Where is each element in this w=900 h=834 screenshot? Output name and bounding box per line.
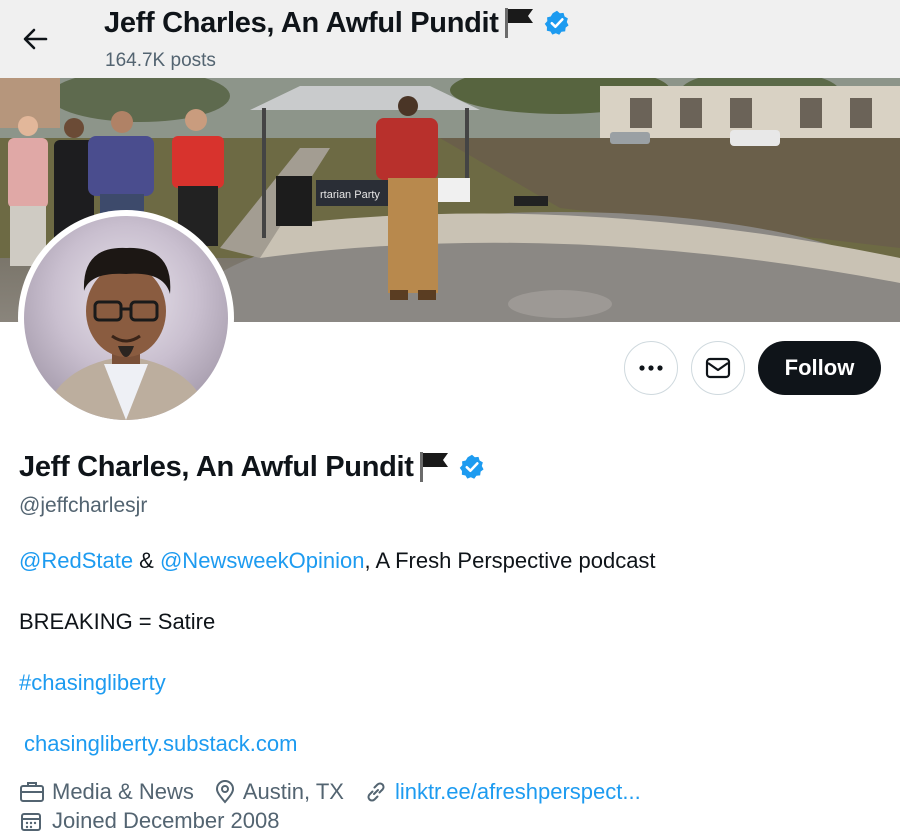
category-item: Media & News: [19, 779, 194, 805]
profile-header-bar: Jeff Charles, An Awful Pundit 164.7K pos…: [0, 0, 900, 78]
header-title: Jeff Charles, An Awful Pundit: [104, 6, 571, 40]
avatar-image: [24, 216, 228, 420]
mention-link-newsweek[interactable]: @NewsweekOpinion: [160, 548, 365, 573]
more-icon: [639, 365, 663, 371]
category-text: Media & News: [52, 779, 194, 804]
follow-button[interactable]: Follow: [758, 341, 881, 395]
bio-url-line: chasingliberty.substack.com: [24, 731, 298, 757]
verified-badge-icon[interactable]: [543, 9, 571, 37]
verified-badge-icon[interactable]: [458, 453, 486, 481]
more-button[interactable]: [624, 341, 678, 395]
profile-name: Jeff Charles, An Awful Pundit: [19, 450, 414, 483]
black-flag-icon: [418, 450, 450, 484]
briefcase-icon: [20, 782, 44, 802]
bio-line-2: BREAKING = Satire: [19, 609, 216, 634]
link-icon: [367, 782, 385, 802]
bio-text: , A Fresh Perspective podcast: [364, 548, 656, 573]
website-link[interactable]: linktr.ee/afreshperspect...: [395, 779, 641, 805]
post-count: 164.7K posts: [105, 50, 216, 71]
envelope-icon: [705, 357, 731, 379]
bio-line-1: @RedState & @NewsweekOpinion, A Fresh Pe…: [19, 548, 656, 574]
location-pin-icon: [215, 780, 234, 804]
profile-meta: Media & News Austin, TX linktr.ee/afresh…: [19, 779, 661, 805]
bio-hashtag-line: #chasingliberty: [19, 670, 166, 696]
profile-name-row: Jeff Charles, An Awful Pundit: [19, 450, 486, 484]
profile-handle: @jeffcharlesjr: [19, 494, 148, 517]
arrow-left-icon: [23, 28, 48, 50]
profile-avatar[interactable]: [18, 210, 234, 426]
substack-link[interactable]: chasingliberty.substack.com: [24, 731, 298, 756]
hashtag-link[interactable]: #chasingliberty: [19, 670, 166, 695]
joined-text: Joined December 2008: [52, 808, 280, 833]
bio-amp: &: [133, 548, 160, 573]
mention-link-redstate[interactable]: @RedState: [19, 548, 133, 573]
header-name: Jeff Charles, An Awful Pundit: [104, 6, 499, 39]
banner-sign-text: rtarian Party: [320, 189, 380, 201]
location-item: Austin, TX: [214, 779, 344, 805]
back-button[interactable]: [18, 22, 52, 56]
website-item: linktr.ee/afreshperspect...: [364, 779, 641, 805]
joined-item: Joined December 2008: [19, 808, 279, 834]
black-flag-icon: [503, 6, 535, 40]
calendar-icon: [21, 813, 41, 831]
location-text: Austin, TX: [242, 779, 344, 804]
message-button[interactable]: [691, 341, 745, 395]
